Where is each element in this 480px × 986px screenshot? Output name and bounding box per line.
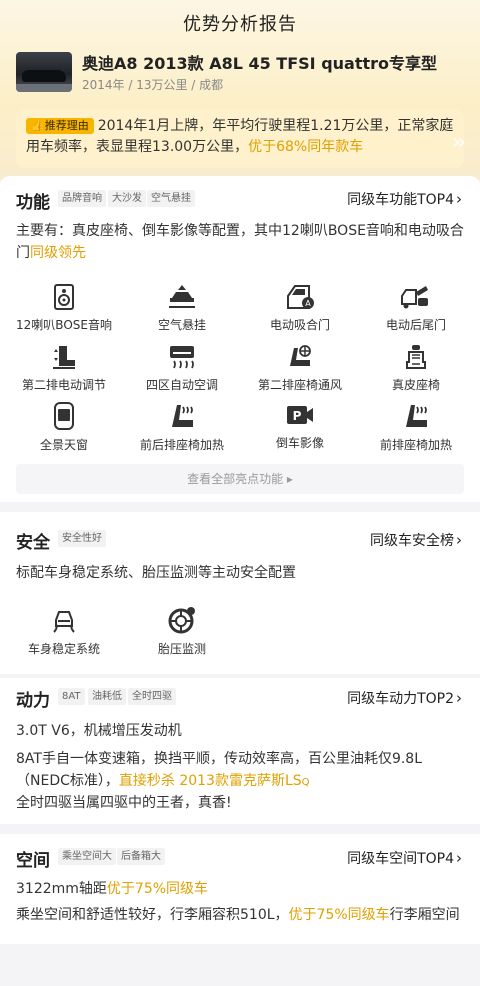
chevron-right-icon: › (456, 531, 462, 549)
power-tailgate-icon (401, 286, 428, 309)
feature-item-seat-ventilation[interactable]: 第二排座椅通风 (240, 344, 360, 393)
safety-tag: 安全性好 (58, 530, 106, 547)
safety-rank-link[interactable]: 同级车安全榜 › (370, 530, 462, 550)
soft-close-door-icon: A (287, 285, 314, 309)
rear-camera-icon: P (287, 406, 313, 424)
power-engine-text: 3.0T V6，机械增压发动机 (16, 723, 182, 739)
panoramic-sunroof-icon (54, 402, 74, 430)
chevron-right-icon: › (456, 849, 462, 867)
power-tag: 全时四驱 (128, 688, 176, 705)
page-title: 优势分析报告 (183, 14, 297, 35)
features-description: 主要有：真皮座椅、倒车影像等配置，其中12喇叭BOSE音响和电动吸合门同级领先 (16, 223, 464, 261)
features-tag: 大沙发 (108, 190, 146, 207)
safety-item-tire-pressure[interactable]: 胎压监测 (122, 606, 242, 657)
speaker-icon (54, 284, 74, 310)
feature-item-front-seat-heating[interactable]: 前排座椅加热 (356, 402, 476, 453)
feature-item-speaker[interactable]: 12喇叭BOSE音响 (4, 284, 124, 333)
safety-description: 标配车身稳定系统、胎压监测等主动安全配置 (16, 565, 296, 581)
features-rank-link[interactable]: 同级车功能TOP4 › (347, 189, 462, 209)
power-title: 动力 (16, 691, 50, 711)
power-compare-link[interactable]: 直接秒杀 2013款雷克萨斯LSQ (119, 773, 310, 789)
tire-pressure-icon (168, 607, 195, 634)
seat-ventilation-icon (290, 345, 311, 366)
decorative-arrow-icon: » (451, 130, 466, 155)
features-card: 功能 品牌音响 大沙发 空气悬挂 同级车功能TOP4 › 主要有：真皮座椅、倒车影… (0, 176, 480, 502)
power-transmission-text: 8AT手自一体变速箱，换挡平顺，传动效率高，百公里油耗仅9.8L（NEDC标准）… (16, 751, 423, 789)
space-title: 空间 (16, 851, 50, 871)
safety-title: 安全 (16, 533, 50, 553)
chevron-right-icon: › (456, 689, 462, 707)
car-name: 奥迪A8 2013款 A8L 45 TFSI quattro专享型 (82, 54, 438, 73)
feature-item-climate-control[interactable]: 四区自动空调 (122, 344, 242, 393)
front-seat-heating-icon (406, 405, 427, 427)
recommend-reason: 👍推荐理由 2014年1月上牌，年平均行驶里程1.21万公里，正常家庭用车频率，表… (16, 110, 464, 168)
stability-control-icon (53, 611, 75, 633)
leather-seat-icon (406, 345, 426, 369)
features-title: 功能 (16, 193, 50, 213)
power-tag: 油耗低 (88, 688, 126, 705)
car-meta: 2014年 / 13万公里 / 成都 (82, 78, 224, 92)
svg-text:A: A (305, 299, 311, 308)
features-tag: 空气悬挂 (147, 190, 195, 207)
features-tag: 品牌音响 (58, 190, 106, 207)
space-rank-link[interactable]: 同级车空间TOP4 › (347, 848, 462, 868)
air-suspension-icon (169, 285, 195, 308)
recommend-badge: 👍推荐理由 (26, 118, 94, 134)
power-tag: 8AT (58, 688, 85, 705)
space-wheelbase-text: 3122mm轴距优于75%同级车 (16, 881, 209, 897)
power-drivetrain-text: 全时四驱当属四驱中的王者，真香! (16, 795, 232, 811)
safety-item-stability[interactable]: 车身稳定系统 (4, 606, 124, 657)
climate-control-icon (170, 346, 194, 369)
feature-item-seat-heating[interactable]: 前后排座椅加热 (122, 402, 242, 453)
rear-seat-adjust-icon (53, 346, 75, 369)
feature-item-power-tailgate[interactable]: 电动后尾门 (356, 284, 476, 333)
space-tag: 乘坐空间大 (58, 848, 116, 865)
feature-item-leather-seat[interactable]: 真皮座椅 (356, 344, 476, 393)
feature-item-sunroof[interactable]: 全景天窗 (4, 402, 124, 453)
search-icon: Q (301, 777, 310, 788)
reason-highlight: 优于68%同年款车 (248, 139, 364, 155)
feature-item-soft-close-door[interactable]: A 电动吸合门 (240, 284, 360, 333)
space-card: 空间 乘坐空间大 后备箱大 同级车空间TOP4 › 3122mm轴距优于75%同级… (0, 834, 480, 944)
space-tag: 后备箱大 (117, 848, 165, 865)
space-trunk-text: 乘坐空间和舒适性较好，行李厢容积510L，优于75%同级车行李厢空间 (16, 907, 460, 923)
feature-item-rear-seat-adjust[interactable]: 第二排电动调节 (4, 344, 124, 393)
feature-item-air-suspension[interactable]: 空气悬挂 (122, 284, 242, 333)
svg-text:P: P (293, 409, 302, 423)
power-rank-link[interactable]: 同级车动力TOP2 › (347, 688, 462, 708)
feature-item-rear-camera[interactable]: P 倒车影像 (240, 402, 360, 451)
chevron-right-icon: › (456, 190, 462, 208)
power-card: 动力 8AT 油耗低 全时四驱 同级车动力TOP2 › 3.0T V6，机械增压发… (0, 678, 480, 824)
view-all-features-button[interactable]: 查看全部亮点功能 ▸ (16, 464, 464, 494)
car-thumbnail[interactable] (16, 52, 72, 92)
seat-heating-icon (172, 405, 193, 427)
car-summary[interactable]: 奥迪A8 2013款 A8L 45 TFSI quattro专享型 2014年 … (16, 50, 466, 96)
